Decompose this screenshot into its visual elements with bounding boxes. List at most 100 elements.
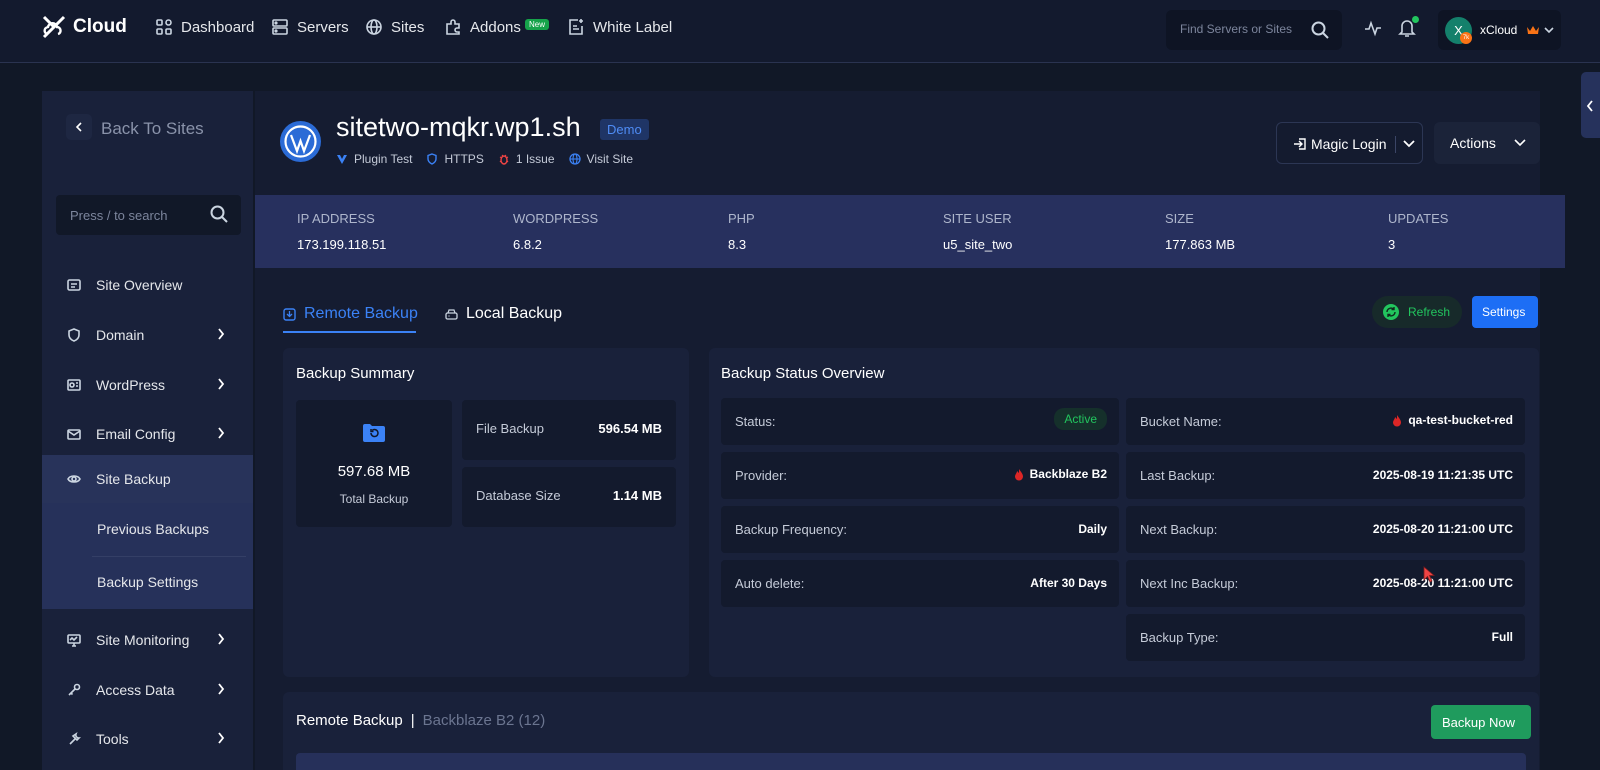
sidebar-item-label: Site Overview (96, 277, 183, 293)
sidebar-subitem-previous-backups[interactable]: Previous Backups (97, 521, 209, 537)
search-icon (210, 205, 228, 223)
refresh-button[interactable]: Refresh (1372, 296, 1462, 328)
chevron-down-icon (1514, 139, 1526, 147)
sidebar-item-access-data[interactable]: Access Data (42, 666, 253, 714)
sidebar-item-site-backup[interactable]: Site Backup (42, 455, 253, 503)
sidebar-item-wordpress[interactable]: WordPress (42, 361, 253, 409)
sidebar-item-tools[interactable]: Tools (42, 715, 253, 763)
panel-collapse-tab[interactable] (1581, 72, 1600, 138)
global-search-placeholder: Find Servers or Sites (1180, 22, 1293, 36)
stat-ip-address: IP ADDRESS 173.199.118.51 (297, 211, 386, 252)
backup-now-button[interactable]: Backup Now (1431, 705, 1531, 739)
puzzle-icon (446, 19, 460, 35)
chevron-left-icon (1586, 100, 1593, 112)
card-title: Backup Status Overview (721, 365, 885, 382)
sidebar-item-label: Site Backup (96, 471, 171, 487)
next-inc-backup-value: 2025-08-20 11:21:00 UTC (1372, 576, 1513, 590)
sidebar-item-label: Domain (96, 327, 145, 343)
nav-sites[interactable]: Sites (365, 18, 424, 36)
chevron-down-icon[interactable] (1403, 140, 1415, 148)
flame-icon (1393, 414, 1402, 426)
site-stats-bar: IP ADDRESS 173.199.118.51 WORDPRESS 6.8.… (255, 195, 1565, 268)
meta-visit-site[interactable]: Visit Site (568, 152, 633, 166)
key-icon (67, 683, 81, 697)
backup-type-key: Backup Type: (1140, 630, 1219, 645)
actions-label: Actions (1450, 135, 1496, 151)
new-badge: New (525, 19, 550, 30)
nav-white-label[interactable]: White Label (567, 18, 672, 36)
site-meta-row: Plugin Test HTTPS 1 Issue Visit Site (336, 152, 633, 166)
nav-dashboard-label: Dashboard (181, 18, 255, 36)
heading-separator: | (410, 712, 415, 729)
crown-icon (1527, 26, 1539, 34)
refresh-icon (1383, 304, 1399, 320)
sidebar-subitem-backup-settings[interactable]: Backup Settings (97, 574, 198, 590)
button-separator (1395, 136, 1396, 153)
meta-label: Plugin Test (354, 152, 413, 166)
stat-value: u5_site_two (943, 237, 1013, 252)
file-backup-label: File Backup (476, 421, 544, 436)
nav-servers[interactable]: Servers (271, 18, 349, 36)
sidebar-search-input[interactable]: Press / to search (56, 195, 241, 235)
back-button[interactable] (66, 114, 92, 140)
sidebar-item-email-config[interactable]: Email Config (42, 410, 253, 458)
cloud-backup-icon (283, 307, 296, 321)
mouse-cursor-icon (1423, 566, 1435, 583)
stat-site-user: SITE USER u5_site_two (943, 211, 1012, 252)
settings-button[interactable]: Settings (1472, 296, 1538, 328)
white-label-icon (569, 19, 583, 35)
chevron-right-icon (218, 328, 225, 340)
magic-login-button[interactable]: Magic Login (1276, 122, 1423, 164)
tab-remote-backup[interactable]: Remote Backup (283, 305, 418, 323)
sidebar-item-domain[interactable]: Domain (42, 311, 253, 359)
backup-summary-card: Backup Summary 597.68 MB Total Backup Fi… (283, 348, 689, 677)
stat-key: UPDATES (1388, 211, 1449, 226)
chevron-right-icon (218, 732, 225, 744)
submenu-divider (92, 556, 246, 557)
next-inc-backup-key: Next Inc Backup: (1140, 576, 1239, 591)
remote-backup-title: Remote Backup (296, 712, 403, 729)
chevron-left-icon (75, 122, 82, 132)
remote-backup-heading: Remote Backup | Backblaze B2 (12) (296, 712, 545, 729)
frequency-value: Daily (1078, 522, 1107, 536)
stat-key: IP ADDRESS (297, 211, 375, 226)
tab-local-backup[interactable]: Local Backup (445, 305, 562, 323)
sidebar-item-site-overview[interactable]: Site Overview (42, 261, 253, 309)
meta-https[interactable]: HTTPS (426, 152, 484, 166)
activity-icon[interactable] (1364, 19, 1382, 37)
backup-icon (67, 472, 81, 486)
logo-text: Cloud (73, 16, 127, 37)
sidebar-search-placeholder: Press / to search (70, 208, 168, 223)
monitor-icon (67, 633, 81, 647)
nav-addons[interactable]: Addons (444, 18, 521, 36)
stat-value: 6.8.2 (513, 237, 542, 252)
next-backup-key: Next Backup: (1140, 522, 1218, 537)
backup-table-header (296, 753, 1526, 770)
xcloud-logo[interactable]: Cloud (40, 14, 127, 40)
meta-plugin-test[interactable]: Plugin Test (336, 152, 412, 166)
remote-backup-list-card: Remote Backup | Backblaze B2 (12) (283, 692, 1539, 770)
database-size-value: 1.14 MB (612, 488, 662, 503)
meta-issues[interactable]: 1 Issue (498, 152, 555, 166)
wordpress-logo-icon (280, 121, 321, 162)
database-size-tile: Database Size 1.14 MB (462, 467, 676, 527)
bucket-name-key: Bucket Name: (1140, 414, 1222, 429)
avatar-mini-badge: 7k (1460, 32, 1472, 44)
stat-key: SITE USER (943, 211, 1012, 226)
stat-size: SIZE 177.863 MB (1165, 211, 1235, 252)
last-backup-key: Last Backup: (1140, 468, 1216, 483)
stat-updates: UPDATES 3 (1388, 211, 1448, 252)
user-menu[interactable]: X 7k xCloud (1438, 10, 1561, 50)
backup-status-card: Backup Status Overview Status: Active Pr… (709, 348, 1539, 677)
backup-now-label: Backup Now (1442, 715, 1515, 730)
search-icon (1311, 21, 1329, 39)
back-to-sites-link[interactable]: Back To Sites (101, 119, 204, 139)
tools-icon (67, 732, 81, 746)
stat-value: 173.199.118.51 (297, 237, 387, 252)
nav-dashboard[interactable]: Dashboard (155, 18, 254, 36)
user-name: xCloud (1480, 23, 1518, 37)
bug-icon (499, 154, 509, 165)
sidebar-item-site-monitoring[interactable]: Site Monitoring (42, 616, 253, 664)
global-search[interactable]: Find Servers or Sites (1166, 10, 1342, 50)
actions-dropdown[interactable]: Actions (1434, 122, 1540, 164)
